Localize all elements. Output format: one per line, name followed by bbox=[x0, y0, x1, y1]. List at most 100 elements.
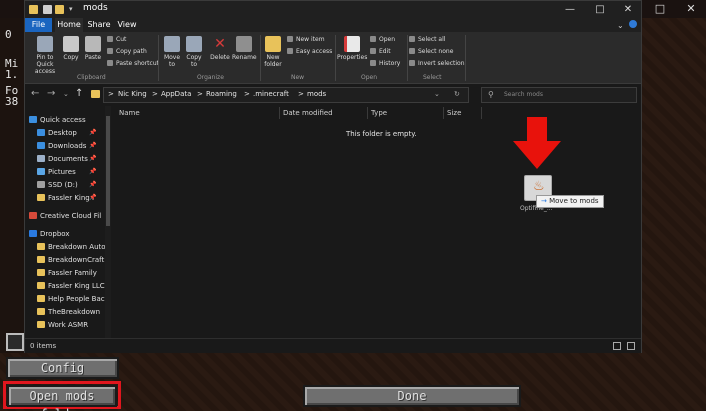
crumb-separator: > bbox=[244, 90, 250, 98]
breadcrumb-roaming[interactable]: Roaming bbox=[206, 90, 237, 98]
mod-list-text: 1. bbox=[5, 68, 19, 81]
done-button[interactable]: Done bbox=[303, 385, 521, 407]
refresh-icon[interactable]: ↻ bbox=[454, 90, 460, 98]
nav-item-label: Fassler Family bbox=[48, 269, 97, 277]
copy-to-button[interactable]: Copy to bbox=[184, 36, 204, 68]
pin-icon: 📌 bbox=[89, 142, 97, 149]
folder-icon bbox=[37, 269, 45, 276]
ribbon-home: Pin to Quick access Copy Paste Cut Copy … bbox=[25, 32, 641, 84]
breadcrumb-minecraft[interactable]: .minecraft bbox=[253, 90, 289, 98]
pin-icon: 📌 bbox=[89, 194, 97, 201]
quick-access-item[interactable]: Quick access bbox=[29, 116, 86, 124]
folder-icon bbox=[37, 282, 45, 289]
tab-file[interactable]: File bbox=[25, 18, 52, 32]
folder-icon bbox=[37, 321, 45, 328]
forward-arrow-icon[interactable]: → bbox=[47, 88, 55, 99]
maximize-icon[interactable]: □ bbox=[587, 2, 613, 17]
invert-selection-button[interactable]: Invert selection bbox=[409, 60, 465, 68]
delete-button[interactable]: ✕ Delete bbox=[209, 36, 231, 61]
chevron-down-icon[interactable]: ▾ bbox=[69, 5, 75, 14]
nav-item-fassler-king-llc[interactable]: Fassler King LLC bbox=[37, 282, 105, 290]
column-date-modified[interactable]: Date modified bbox=[283, 109, 333, 117]
column-size[interactable]: Size bbox=[447, 109, 461, 117]
dropbox-icon bbox=[29, 230, 37, 237]
nav-item-creative-cloud[interactable]: Creative Cloud Fil bbox=[29, 212, 101, 220]
back-arrow-icon[interactable]: ← bbox=[31, 88, 39, 99]
crumb-separator: > bbox=[152, 90, 158, 98]
breadcrumb-appdata[interactable]: AppData bbox=[161, 90, 191, 98]
config-button[interactable]: Config bbox=[6, 357, 119, 379]
address-bar[interactable]: > Nic King > AppData > Roaming > .minecr… bbox=[103, 87, 469, 103]
minimize-icon[interactable]: — bbox=[557, 2, 583, 17]
column-divider[interactable] bbox=[367, 107, 368, 119]
column-divider[interactable] bbox=[443, 107, 444, 119]
nav-item-desktop[interactable]: Desktop bbox=[37, 129, 77, 137]
search-input[interactable]: ⚲ Search mods bbox=[481, 87, 637, 103]
properties-button[interactable]: Properties bbox=[337, 36, 367, 61]
nav-item-label: SSD (D:) bbox=[48, 181, 78, 189]
maximize-icon[interactable]: □ bbox=[645, 0, 675, 18]
nav-item-help-people[interactable]: Help People Bac bbox=[37, 295, 105, 303]
tab-share[interactable]: Share bbox=[85, 18, 113, 32]
chevron-down-icon[interactable]: ⌄ bbox=[617, 21, 624, 30]
file-list[interactable]: Name Date modified Type Size This folder… bbox=[111, 106, 641, 338]
select-none-button[interactable]: Select none bbox=[409, 48, 453, 56]
column-name[interactable]: Name bbox=[119, 109, 140, 117]
nav-item-fassler-family[interactable]: Fassler Family bbox=[37, 269, 97, 277]
documents-icon bbox=[37, 155, 45, 162]
select-all-button[interactable]: Select all bbox=[409, 36, 445, 44]
easy-access-button[interactable]: Easy access bbox=[287, 48, 332, 56]
breadcrumb-user[interactable]: Nic King bbox=[118, 90, 147, 98]
nav-item-thebreakdown[interactable]: TheBreakdown bbox=[37, 308, 100, 316]
nav-item-pictures[interactable]: Pictures bbox=[37, 168, 76, 176]
nav-item-work-asmr[interactable]: Work ASMR bbox=[37, 321, 88, 329]
open-button[interactable]: Open bbox=[370, 36, 395, 44]
search-icon: ⚲ bbox=[488, 90, 494, 99]
tab-view[interactable]: View bbox=[115, 18, 139, 32]
pin-icon: 📌 bbox=[89, 129, 97, 136]
new-item-button[interactable]: New item bbox=[287, 36, 325, 44]
nav-item-breakdowncraft[interactable]: BreakdownCraft bbox=[37, 256, 104, 264]
move-to-button[interactable]: Move to bbox=[162, 36, 182, 68]
nav-scrollbar-thumb[interactable] bbox=[106, 116, 110, 226]
pin-to-quick-access-button[interactable]: Pin to Quick access bbox=[29, 36, 61, 75]
nav-item-documents[interactable]: Documents bbox=[37, 155, 88, 163]
move-to-label: Move to bbox=[163, 54, 181, 68]
edit-button[interactable]: Edit bbox=[370, 48, 391, 56]
open-mods-folder-button[interactable]: Open mods folder bbox=[7, 385, 117, 411]
folder-icon bbox=[91, 90, 100, 98]
window-title: mods bbox=[83, 3, 108, 13]
copy-path-button[interactable]: Copy path bbox=[107, 48, 147, 56]
nav-item-downloads[interactable]: Downloads bbox=[37, 142, 86, 150]
nav-item-fassler-king[interactable]: Fassler King I bbox=[37, 194, 94, 202]
column-divider[interactable] bbox=[279, 107, 280, 119]
paste-button[interactable]: Paste bbox=[82, 36, 104, 61]
close-icon[interactable]: ✕ bbox=[615, 2, 641, 17]
up-arrow-icon[interactable]: ↑ bbox=[75, 88, 83, 99]
help-icon[interactable] bbox=[629, 20, 637, 28]
details-view-icon[interactable] bbox=[613, 342, 621, 350]
nav-item-dropbox[interactable]: Dropbox bbox=[29, 230, 70, 238]
new-folder-button[interactable]: New folder bbox=[263, 36, 283, 68]
cut-button[interactable]: Cut bbox=[107, 36, 126, 44]
close-icon[interactable]: ✕ bbox=[676, 0, 706, 18]
pictures-icon bbox=[37, 168, 45, 175]
breadcrumb-mods[interactable]: mods bbox=[307, 90, 326, 98]
chevron-down-icon[interactable]: ⌄ bbox=[63, 90, 69, 98]
chevron-down-icon[interactable]: ⌄ bbox=[434, 90, 440, 98]
paste-shortcut-button[interactable]: Paste shortcut bbox=[107, 60, 159, 68]
large-icons-view-icon[interactable] bbox=[627, 342, 635, 350]
tab-home[interactable]: Home bbox=[55, 18, 83, 32]
copy-button[interactable]: Copy bbox=[62, 36, 80, 61]
delete-icon: ✕ bbox=[214, 36, 226, 52]
rename-button[interactable]: Rename bbox=[232, 36, 257, 61]
properties-icon[interactable] bbox=[43, 5, 52, 14]
move-to-icon bbox=[164, 36, 180, 52]
column-type[interactable]: Type bbox=[371, 109, 387, 117]
history-button[interactable]: History bbox=[370, 60, 400, 68]
nav-item-ssd[interactable]: SSD (D:) bbox=[37, 181, 78, 189]
new-folder-icon[interactable] bbox=[55, 5, 64, 14]
nav-item-breakdown-auto[interactable]: Breakdown Auto bbox=[37, 243, 105, 251]
column-divider[interactable] bbox=[481, 107, 482, 119]
folder-icon bbox=[37, 295, 45, 302]
